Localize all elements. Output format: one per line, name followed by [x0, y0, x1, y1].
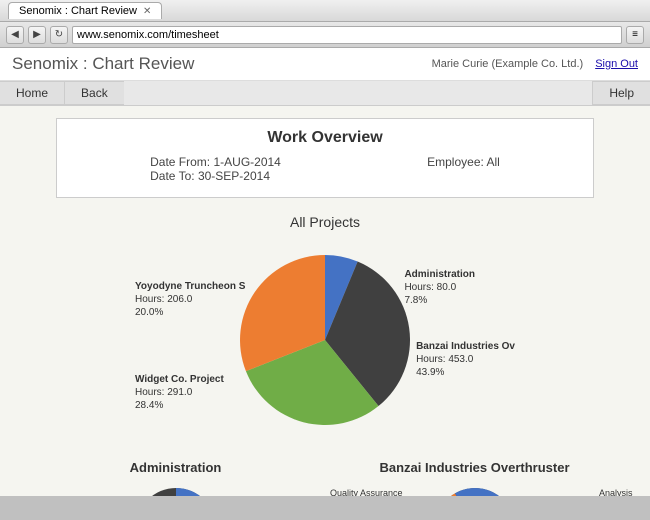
date-from-value: 1-AUG-2014 — [213, 155, 280, 169]
banzai-mini-pie: Quality Assurance Hours: 60.0 13.2% Anal… — [325, 483, 624, 496]
home-button[interactable]: Home — [0, 81, 64, 105]
qa-label: Quality Assurance Hours: 60.0 13.2% — [330, 488, 403, 496]
back-button[interactable]: ◀ — [6, 26, 24, 44]
yoyo-label: Yoyodyne Truncheon S Hours: 206.0 20.0% — [135, 280, 245, 319]
pie-chart-container: Administration Hours: 80.0 7.8% Banzai I… — [115, 240, 535, 440]
date-from-row: Date From: 1-AUG-2014 — [150, 155, 281, 169]
bottom-charts: Administration Statutory Holiday Hours: … — [16, 460, 634, 496]
date-to-label: Date To: — [150, 169, 194, 183]
admin-label: Administration Hours: 80.0 7.8% — [404, 268, 475, 307]
banzai-label: Banzai Industries Ov Hours: 453.0 43.9% — [416, 340, 515, 379]
user-info: Marie Curie (Example Co. Ltd.) Sign Out — [432, 58, 638, 70]
browser-menu-button[interactable]: ≡ — [626, 26, 644, 44]
forward-button[interactable]: ▶ — [28, 26, 46, 44]
employee-value: All — [487, 155, 500, 169]
nav-left: Home Back — [0, 81, 124, 105]
app-header: Senomix : Chart Review Marie Curie (Exam… — [0, 48, 650, 81]
date-range: Date From: 1-AUG-2014 Date To: 30-SEP-20… — [150, 155, 281, 183]
title-separator: : — [83, 54, 92, 73]
admin-chart: Administration Statutory Holiday Hours: … — [26, 460, 325, 496]
analysis-label: Analysis Hours: 121.25 26.8% — [587, 488, 644, 496]
nav-bar: Home Back Help — [0, 81, 650, 106]
banzai-chart: Banzai Industries Overthruster Quality A… — [325, 460, 624, 496]
admin-chart-title: Administration — [26, 460, 325, 475]
pie-chart-section: Administration Hours: 80.0 7.8% Banzai I… — [16, 240, 634, 440]
signout-link[interactable]: Sign Out — [595, 58, 638, 70]
date-to-value: 30-SEP-2014 — [198, 169, 270, 183]
tab-close-icon[interactable]: ✕ — [143, 6, 151, 17]
admin-pie-svg — [136, 488, 216, 496]
banzai-chart-title: Banzai Industries Overthruster — [325, 460, 624, 475]
main-content: Work Overview Date From: 1-AUG-2014 Date… — [0, 106, 650, 496]
banzai-pie-svg — [435, 488, 515, 496]
refresh-button[interactable]: ↻ — [50, 26, 68, 44]
employee-info: Employee: All — [427, 155, 500, 183]
pie-chart-svg — [240, 255, 410, 425]
browser-titlebar: Senomix : Chart Review ✕ — [0, 0, 650, 22]
browser-controls: ◀ ▶ ↻ ≡ — [0, 22, 650, 48]
help-button[interactable]: Help — [592, 81, 650, 105]
tab-title: Senomix : Chart Review — [19, 5, 137, 17]
app-title: Senomix : Chart Review — [12, 54, 194, 74]
address-bar[interactable] — [72, 26, 622, 44]
back-nav-button[interactable]: Back — [64, 81, 124, 105]
date-to-row: Date To: 30-SEP-2014 — [150, 169, 281, 183]
date-from-label: Date From: — [150, 155, 210, 169]
all-projects-title: All Projects — [16, 214, 634, 230]
work-overview-box: Work Overview Date From: 1-AUG-2014 Date… — [56, 118, 594, 198]
employee-label: Employee: — [427, 155, 484, 169]
browser-tab[interactable]: Senomix : Chart Review ✕ — [8, 2, 162, 19]
user-name: Marie Curie (Example Co. Ltd.) — [432, 58, 584, 70]
overview-details: Date From: 1-AUG-2014 Date To: 30-SEP-20… — [77, 155, 573, 183]
app-name: Senomix — [12, 54, 78, 73]
admin-mini-pie: Statutory Holiday Hours: 24.0 — [26, 483, 325, 496]
page-title: Chart Review — [92, 54, 194, 73]
widget-label: Widget Co. Project Hours: 291.0 28.4% — [135, 373, 224, 412]
work-overview-title: Work Overview — [77, 129, 573, 147]
